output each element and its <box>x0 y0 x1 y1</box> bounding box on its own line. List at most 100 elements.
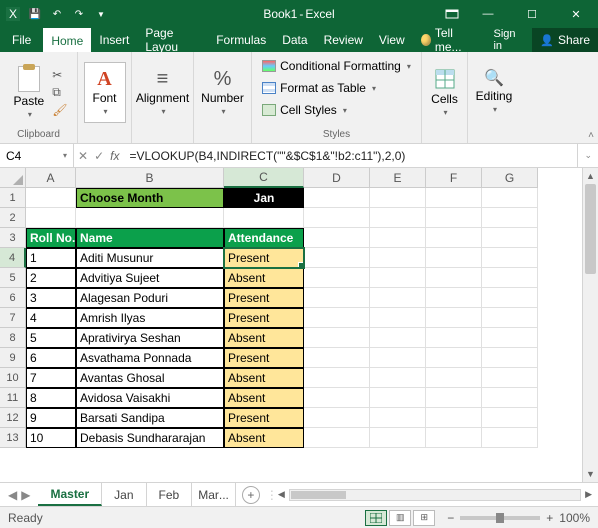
cell[interactable] <box>26 208 76 228</box>
cell[interactable] <box>482 408 538 428</box>
scroll-right-icon[interactable]: ▶ <box>583 489 594 500</box>
cell[interactable] <box>426 228 482 248</box>
cell[interactable] <box>482 308 538 328</box>
row-head-7[interactable]: 7 <box>0 308 26 328</box>
cell[interactable] <box>482 228 538 248</box>
tab-page-layout[interactable]: Page Layou <box>137 28 208 52</box>
cell-attendance[interactable]: Present <box>224 288 304 308</box>
cell-name[interactable]: Avantas Ghosal <box>76 368 224 388</box>
col-head-C[interactable]: C <box>224 168 304 188</box>
cell-roll[interactable]: 6 <box>26 348 76 368</box>
tab-data[interactable]: Data <box>274 28 315 52</box>
maximize-button[interactable]: ☐ <box>510 0 554 28</box>
view-page-layout[interactable]: ▥ <box>389 510 411 526</box>
cell[interactable] <box>426 408 482 428</box>
row-head-2[interactable]: 2 <box>0 208 26 228</box>
cell-name[interactable]: Advitiya Sujeet <box>76 268 224 288</box>
col-head-E[interactable]: E <box>370 168 426 188</box>
tab-nav-prev[interactable]: ◀ <box>8 488 17 502</box>
scroll-thumb[interactable] <box>585 184 596 274</box>
cell-attendance[interactable]: Present <box>224 408 304 428</box>
sign-in[interactable]: Sign in <box>483 28 532 52</box>
cell-roll[interactable]: 2 <box>26 268 76 288</box>
share-button[interactable]: 👤Share <box>532 28 598 52</box>
cell[interactable] <box>482 248 538 268</box>
cell-name[interactable]: Aditi Musunur <box>76 248 224 268</box>
cell-roll[interactable]: 10 <box>26 428 76 448</box>
cell-roll[interactable]: 3 <box>26 288 76 308</box>
name-box[interactable]: C4▾ <box>0 144 74 167</box>
cell-name[interactable]: Debasis Sundhararajan <box>76 428 224 448</box>
cell[interactable] <box>370 428 426 448</box>
conditional-formatting[interactable]: Conditional Formatting▾ <box>262 56 411 76</box>
number-button[interactable]: % Number▾ <box>197 67 248 118</box>
cell[interactable] <box>426 248 482 268</box>
cut-icon[interactable]: ✂ <box>52 68 67 82</box>
th-attendance[interactable]: Attendance <box>224 228 304 248</box>
format-painter-icon[interactable]: 🖌 <box>52 103 67 117</box>
cell[interactable] <box>426 288 482 308</box>
col-head-A[interactable]: A <box>26 168 76 188</box>
cell[interactable] <box>482 288 538 308</box>
row-head-11[interactable]: 11 <box>0 388 26 408</box>
save-icon[interactable]: 💾 <box>26 5 44 23</box>
expand-formula-bar[interactable]: ⌄ <box>577 144 598 167</box>
cell-roll[interactable]: 7 <box>26 368 76 388</box>
scroll-up-icon[interactable]: ▲ <box>583 168 598 184</box>
zoom-level[interactable]: 100% <box>559 511 590 525</box>
paste-button[interactable]: Paste▾ <box>10 64 49 121</box>
cell[interactable] <box>482 188 538 208</box>
row-head-8[interactable]: 8 <box>0 328 26 348</box>
cell-attendance[interactable]: Absent <box>224 368 304 388</box>
new-sheet-button[interactable]: + <box>242 486 260 504</box>
tab-formulas[interactable]: Formulas <box>208 28 274 52</box>
cell[interactable] <box>304 288 370 308</box>
collapse-ribbon-icon[interactable]: ˄ <box>588 130 594 141</box>
zoom-slider[interactable] <box>460 516 540 520</box>
horizontal-scrollbar[interactable]: ◀ ▶ <box>272 489 598 501</box>
cell-roll[interactable]: 1 <box>26 248 76 268</box>
minimize-button[interactable]: ― <box>466 0 510 28</box>
cell[interactable] <box>304 348 370 368</box>
row-head-6[interactable]: 6 <box>0 288 26 308</box>
cell-attendance[interactable]: Present <box>224 248 304 268</box>
tab-insert[interactable]: Insert <box>91 28 137 52</box>
cell-name[interactable]: Asvathama Ponnada <box>76 348 224 368</box>
cell[interactable] <box>426 368 482 388</box>
cell[interactable] <box>224 208 304 228</box>
cell-attendance[interactable]: Present <box>224 308 304 328</box>
cell[interactable] <box>482 328 538 348</box>
cell[interactable] <box>370 248 426 268</box>
close-button[interactable]: ✕ <box>554 0 598 28</box>
format-as-table[interactable]: Format as Table▾ <box>262 78 411 98</box>
redo-icon[interactable]: ↷ <box>70 5 88 23</box>
cell-roll[interactable]: 9 <box>26 408 76 428</box>
choose-month-label[interactable]: Choose Month <box>76 188 224 208</box>
cell-attendance[interactable]: Present <box>224 348 304 368</box>
cell[interactable] <box>370 368 426 388</box>
cell[interactable] <box>426 388 482 408</box>
cell[interactable] <box>304 308 370 328</box>
cell[interactable] <box>482 388 538 408</box>
formula-input[interactable]: =VLOOKUP(B4,INDIRECT(""&$C$1&"!b2:c11"),… <box>123 149 577 163</box>
cell[interactable] <box>370 308 426 328</box>
col-head-D[interactable]: D <box>304 168 370 188</box>
month-value[interactable]: Jan <box>224 188 304 208</box>
cell-name[interactable]: Barsati Sandipa <box>76 408 224 428</box>
tab-view[interactable]: View <box>371 28 413 52</box>
cell[interactable] <box>370 328 426 348</box>
col-head-G[interactable]: G <box>482 168 538 188</box>
cell[interactable] <box>426 208 482 228</box>
sheet-tab-jan[interactable]: Jan <box>102 483 146 506</box>
undo-icon[interactable]: ↶ <box>48 5 66 23</box>
enter-formula-icon[interactable]: ✓ <box>94 149 104 163</box>
cell-styles[interactable]: Cell Styles▾ <box>262 100 411 120</box>
cell[interactable] <box>304 248 370 268</box>
cells-button[interactable]: Cells▾ <box>427 66 462 119</box>
cell-A1[interactable] <box>26 188 76 208</box>
cell[interactable] <box>370 408 426 428</box>
cell[interactable] <box>426 268 482 288</box>
cell[interactable] <box>304 268 370 288</box>
cell[interactable] <box>370 288 426 308</box>
cancel-formula-icon[interactable]: ✕ <box>78 149 88 163</box>
